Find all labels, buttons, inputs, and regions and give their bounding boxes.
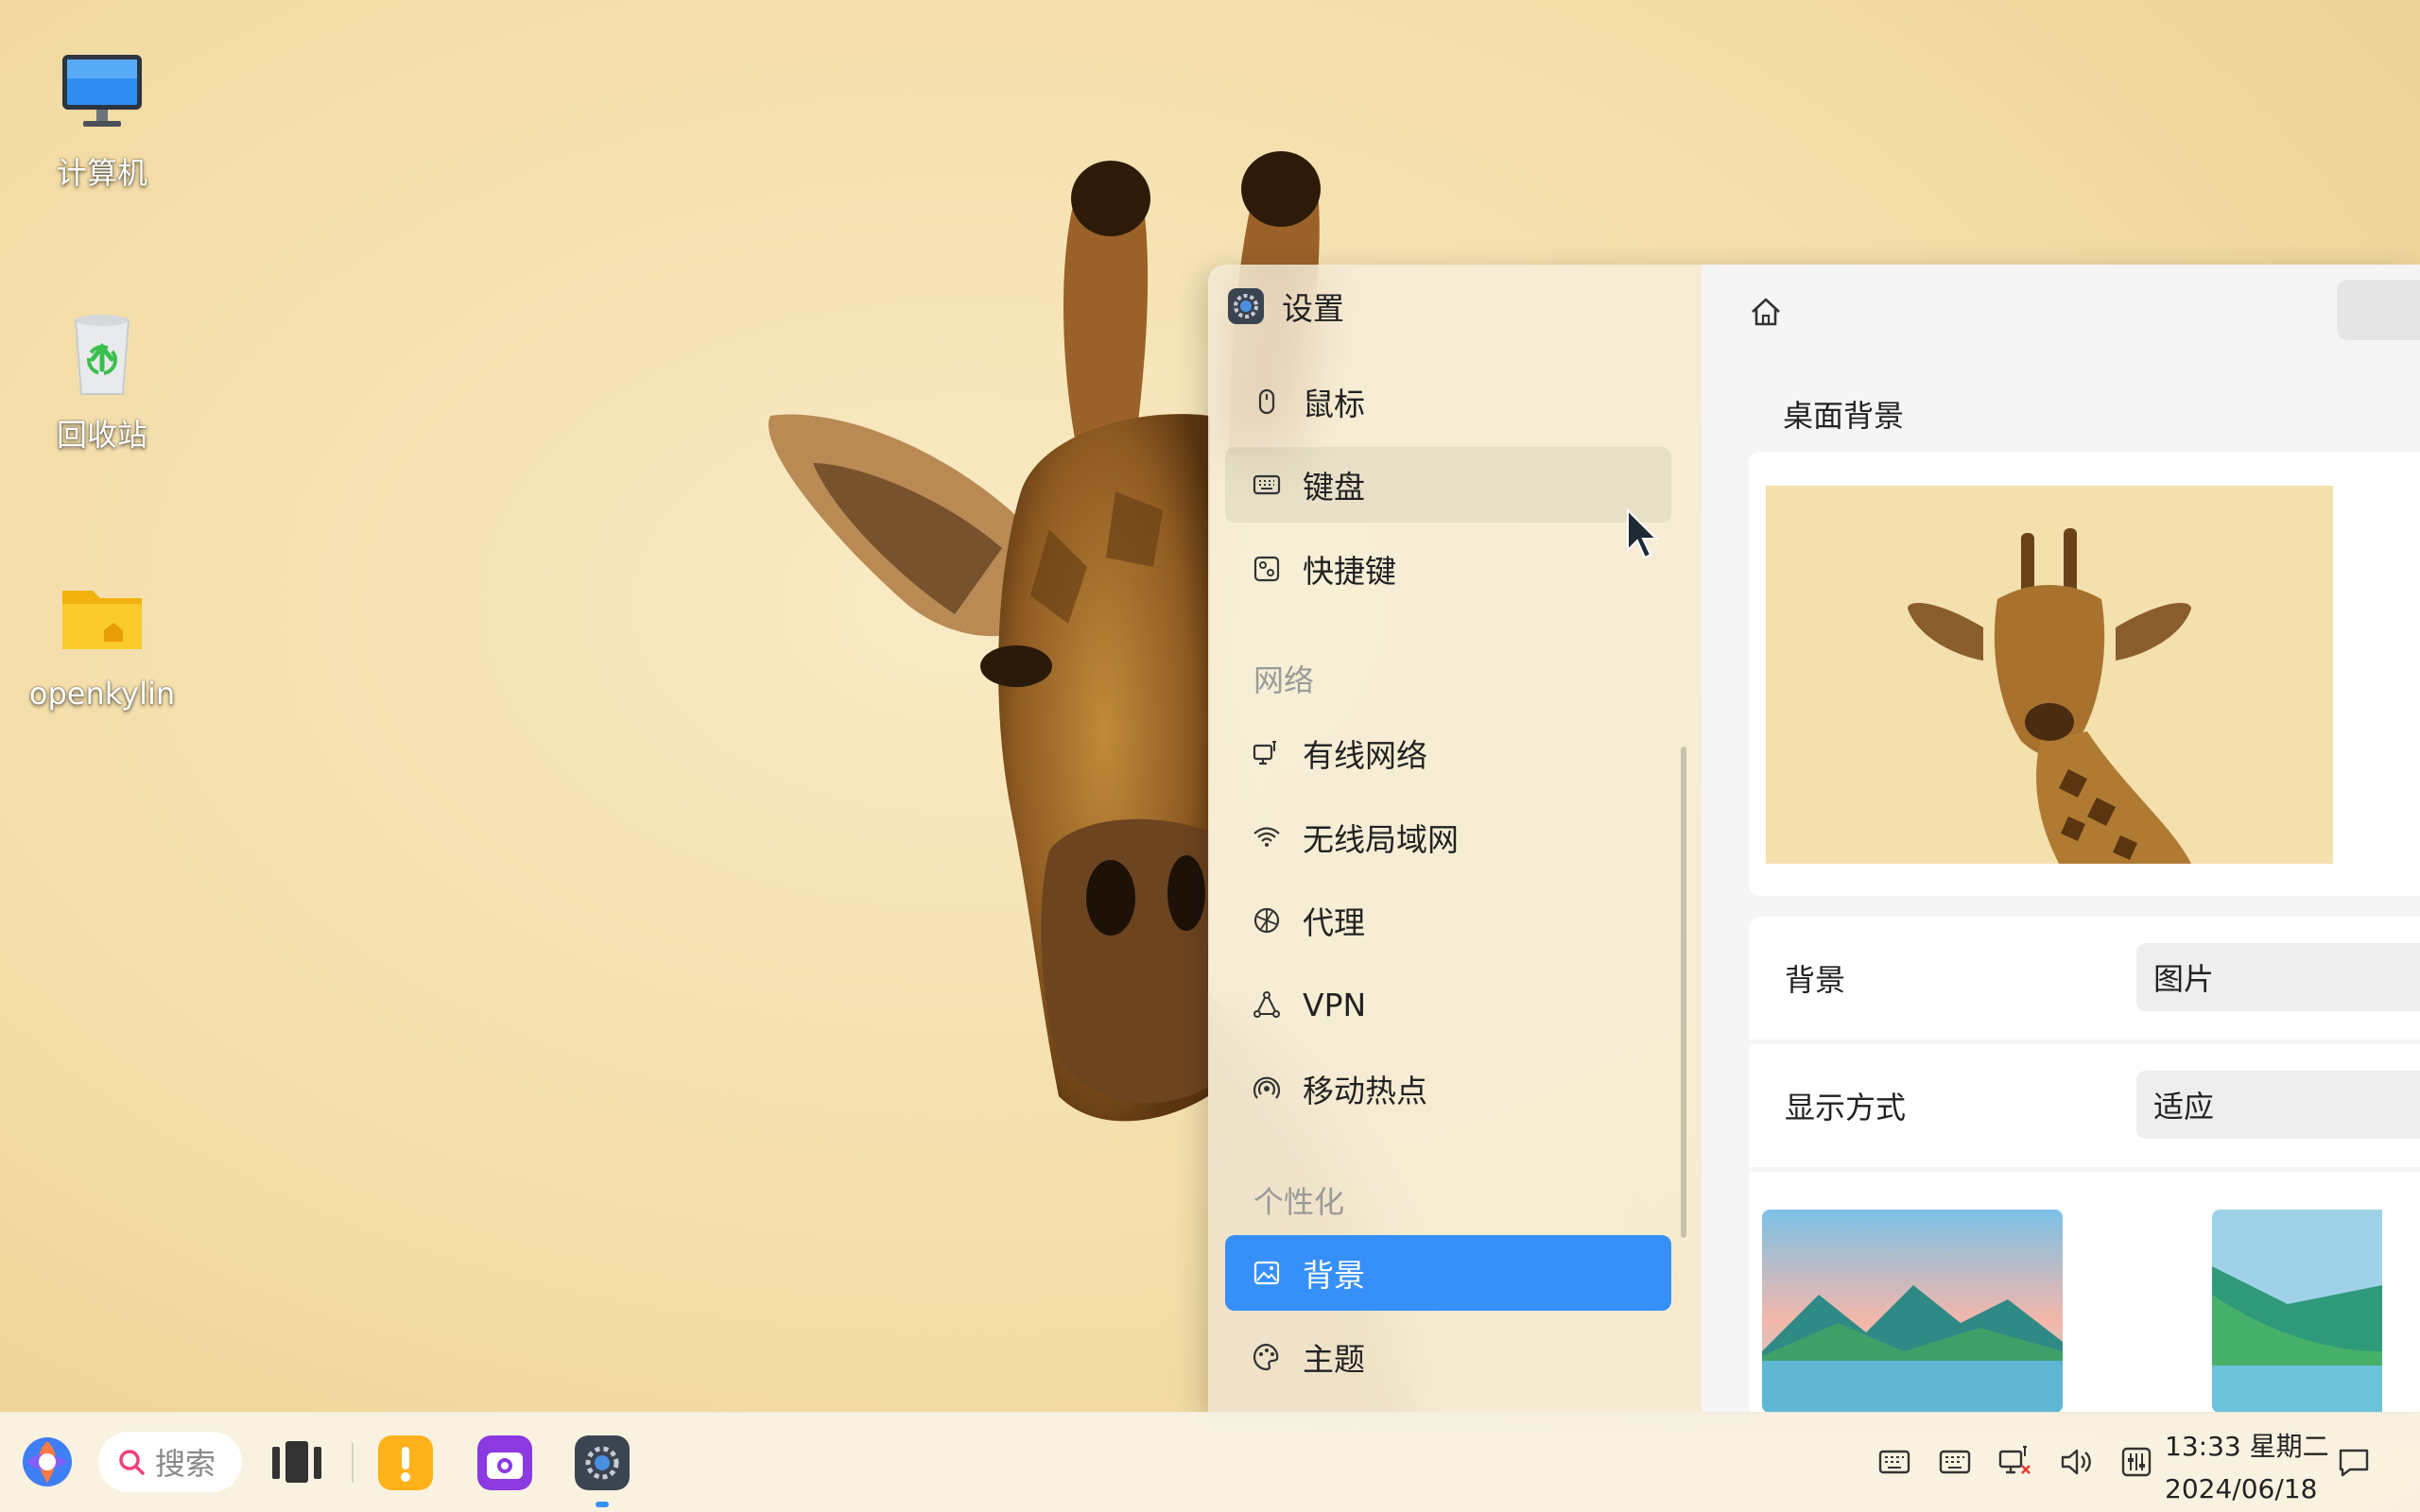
home-icon[interactable] [1745,291,1787,333]
sidebar-item-mouse[interactable]: 鼠标 [1225,364,1671,439]
search-input[interactable]: 搜索 [2337,280,2420,340]
theme-icon [1253,1343,1279,1371]
desktop-icon-label: openkylin [28,676,176,712]
sidebar-item-background[interactable]: 背景 [1225,1235,1671,1311]
desktop-icon-home-folder[interactable]: openkylin [26,572,178,712]
section-title: 桌面背景 [1783,398,1905,434]
taskbar-app-settings-icon[interactable] [575,1435,630,1490]
background-type-label: 背景 [1785,962,1846,998]
window-title-text: 设置 [1282,290,1344,327]
shortcut-icon [1253,556,1280,582]
sidebar-item-wired-network[interactable]: 有线网络 [1225,715,1671,791]
search-icon [119,1450,145,1475]
display-mode-select[interactable]: 适应 [2136,1071,2420,1139]
vpn-icon [1253,991,1280,1018]
mouse-cursor-icon [1627,508,1659,559]
taskbar-search-label: 搜索 [155,1446,216,1482]
recycle-bin-icon [55,307,149,402]
network-disconnected-icon[interactable] [1996,1443,2034,1481]
taskbar-app-toolbox-icon[interactable] [378,1435,433,1490]
sidebar-item-label: 有线网络 [1303,737,1427,774]
sidebar-item-hotspot[interactable]: 移动热点 [1225,1051,1671,1126]
sidebar-item-vpn[interactable]: VPN [1225,967,1671,1042]
desktop-icon-computer[interactable]: 计算机 [26,45,178,193]
sidebar-item-label: 背景 [1303,1257,1365,1294]
settings-window: 设置 鼠标 键盘 快捷键 网络 有线网络 无线局域网 代理 VPN 移动热点 个… [1208,265,2420,1413]
sidebar-item-proxy[interactable]: 代理 [1225,883,1671,958]
sidebar-scrollbar[interactable] [1681,747,1686,1238]
wallpaper-preview-image [1766,486,2333,864]
wallpaper-thumbnail[interactable] [2212,1210,2382,1413]
notification-icon[interactable] [2335,1443,2373,1481]
desktop-icon-recycle-bin[interactable]: 回收站 [26,307,178,455]
sidebar-item-label: 鼠标 [1303,386,1365,422]
volume-icon[interactable] [2057,1443,2095,1481]
computer-icon [55,45,149,140]
sidebar-item-label: 代理 [1303,904,1365,941]
sidebar-item-theme[interactable]: 主题 [1225,1319,1671,1395]
active-app-indicator [596,1502,609,1507]
wifi-icon [1253,827,1280,847]
input-method-icon[interactable] [1876,1443,1913,1481]
display-mode-label: 显示方式 [1785,1090,1907,1125]
sidebar-item-label: 移动热点 [1303,1073,1427,1109]
background-type-select[interactable]: 图片 [2136,943,2420,1011]
home-folder-icon [55,572,149,666]
settings-app-icon [1228,288,1264,324]
sidebar-item-label: 键盘 [1303,469,1365,506]
desktop-icon-label: 回收站 [56,417,147,453]
proxy-icon [1253,907,1280,934]
display-mode-row: 显示方式 适应 [1749,1044,2420,1167]
hotspot-icon [1253,1076,1281,1099]
sidebar-item-shortcut[interactable]: 快捷键 [1225,531,1671,607]
background-icon [1253,1261,1280,1285]
sidebar-item-label: 无线局域网 [1303,821,1459,858]
sidebar-item-label: 主题 [1303,1341,1365,1378]
taskbar-search-button[interactable]: 搜索 [98,1432,242,1492]
multitask-view-icon[interactable] [270,1437,323,1486]
sidebar-item-label: VPN [1303,986,1367,1023]
taskbar-divider [352,1443,354,1483]
sidebar-item-label: 快捷键 [1303,553,1396,590]
settings-content: 搜索 桌面背景 背景 图片 显示方式 适应 [1702,265,2420,1413]
taskbar-app-camera-icon[interactable] [477,1435,532,1490]
wired-network-icon [1253,741,1276,765]
wallpaper-thumbnail[interactable] [1762,1210,2063,1413]
wallpaper-preview-card [1749,452,2420,896]
start-menu-icon[interactable] [19,1434,76,1490]
window-title: 设置 [1227,284,1344,329]
sidebar-item-wifi[interactable]: 无线局域网 [1225,799,1671,875]
taskbar-clock[interactable]: 13:33 星期二 2024/06/18 [2165,1426,2329,1504]
keyboard-icon [1253,474,1281,495]
mouse-icon [1258,388,1275,415]
sidebar-group-network: 网络 [1253,662,1315,698]
taskbar: 搜索 13:33 星期二 2024/06/18 [0,1412,2420,1512]
clock-time: 13:33 星期二 [2165,1431,2329,1462]
background-setting-row: 背景 图片 [1749,917,2420,1040]
keyboard-layout-icon[interactable] [1936,1443,1974,1481]
sidebar-item-keyboard[interactable]: 键盘 [1225,447,1671,523]
sidebar-group-personalize: 个性化 [1253,1184,1345,1220]
clock-date: 2024/06/18 [2165,1473,2318,1504]
control-center-icon[interactable] [2118,1443,2155,1481]
settings-sidebar: 设置 鼠标 键盘 快捷键 网络 有线网络 无线局域网 代理 VPN 移动热点 个… [1208,265,1702,1413]
desktop-icon-label: 计算机 [56,155,147,191]
